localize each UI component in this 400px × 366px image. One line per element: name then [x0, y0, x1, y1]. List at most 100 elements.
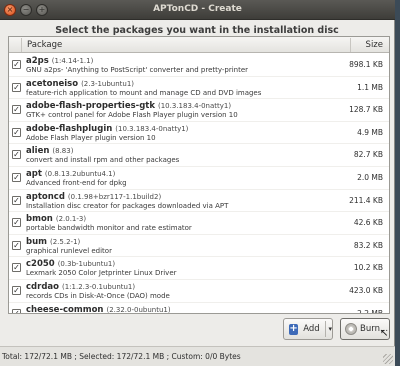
button-separator — [324, 321, 326, 337]
package-size: 82.7 KB — [353, 150, 383, 160]
package-row[interactable]: ✓ apt (0.8.13.2ubuntu4.1) Advanced front-en… — [9, 167, 389, 190]
package-description: Installation disc creator for packages d… — [26, 201, 229, 210]
package-row[interactable]: ✓ bum (2.5.2-1) graphical runlevel editor 83… — [9, 235, 389, 258]
package-row[interactable]: ✓ adobe-flash-properties-gtk (10.3.183.4-0… — [9, 99, 389, 122]
package-size: 898.1 KB — [349, 60, 383, 69]
package-name: adobe-flashplugin — [26, 123, 113, 134]
package-name-line: adobe-flash-properties-gtk (10.3.183.4-0n… — [26, 101, 231, 111]
mouse-cursor-icon: ↖ — [380, 328, 389, 339]
package-size: 423.0 KB — [349, 285, 383, 295]
package-name: cdrdao — [26, 281, 59, 292]
package-name: bum — [26, 236, 47, 247]
package-size: 128.7 KB — [349, 105, 383, 115]
package-row[interactable]: ✓ bmon (2.0.1-3) portable bandwidth monitor… — [9, 212, 389, 235]
package-size: 42.6 KB — [353, 218, 383, 228]
package-description: Advanced front-end for dpkg — [26, 178, 127, 187]
package-row[interactable]: ✓ alien (8.83) convert and install rpm and … — [9, 144, 389, 167]
package-version: (0.3b-1ubuntu1) — [57, 260, 116, 269]
package-version: (1:1.2.3-0.1ubuntu1) — [61, 282, 136, 291]
package-version: (8.83) — [52, 147, 74, 156]
package-version: (2.5.2-1) — [50, 237, 81, 246]
package-size: 2.0 MB — [357, 172, 383, 182]
package-name-line: alien (8.83) — [26, 146, 73, 156]
package-row[interactable]: ✓ c2050 (0.3b-1ubuntu1) Lexmark 2050 Color … — [9, 257, 389, 280]
package-row[interactable]: ✓ cdrdao (1:1.2.3-0.1ubuntu1) records CDs i… — [9, 280, 389, 303]
package-name-line: c2050 (0.3b-1ubuntu1) — [26, 259, 115, 269]
package-name: acetoneiso — [26, 78, 79, 89]
window-title: APTonCD - Create — [153, 4, 242, 14]
aptoncd-create-window: × − + APTonCD - Create Select the packag… — [0, 0, 395, 366]
package-name: apt — [26, 168, 42, 179]
package-name: cheese-common — [26, 304, 104, 314]
package-description: GNU a2ps- 'Anything to PostScript' conve… — [26, 66, 249, 74]
package-description: Adobe Flash Player plugin version 10 — [26, 133, 156, 142]
status-text: Total: 172/72.1 MB ; Selected: 172/72.1 … — [2, 352, 241, 361]
dropdown-arrow-icon[interactable]: ▾ — [328, 325, 332, 333]
package-version: (0.8.13.2ubuntu4.1) — [44, 169, 116, 178]
package-checkbox[interactable]: ✓ — [12, 105, 21, 115]
package-size: 211.4 KB — [349, 195, 383, 205]
package-name: c2050 — [26, 259, 55, 270]
column-header-package[interactable]: Package — [27, 40, 62, 50]
package-name: bmon — [26, 214, 53, 225]
package-list[interactable]: Package Size ✓ a2ps (1:4.14-1.1) GNU a2ps- … — [8, 36, 390, 314]
package-name-line: a2ps (1:4.14-1.1) — [26, 56, 93, 66]
add-button-label: Add — [303, 324, 320, 334]
package-name: alien — [26, 146, 50, 157]
package-checkbox[interactable]: ✓ — [12, 172, 21, 182]
package-size: 1.1 MB — [357, 82, 383, 92]
column-header-size[interactable]: Size — [366, 40, 383, 50]
package-checkbox[interactable]: ✓ — [12, 240, 21, 250]
package-name-line: adobe-flashplugin (10.3.183.4-0natty1) — [26, 124, 188, 134]
package-version: (2.3-1ubuntu1) — [81, 79, 135, 88]
package-description: feature-rich application to mount and ma… — [26, 88, 262, 97]
package-checkbox[interactable]: ✓ — [12, 82, 21, 92]
package-name-line: cdrdao (1:1.2.3-0.1ubuntu1) — [26, 282, 135, 292]
package-checkbox[interactable]: ✓ — [12, 127, 21, 137]
package-name-line: apt (0.8.13.2ubuntu4.1) — [26, 169, 115, 179]
package-description: Lexmark 2050 Color Jetprinter Linux Driv… — [26, 269, 177, 278]
package-version: (2.32.0-0ubuntu1) — [106, 305, 171, 314]
status-bar: Total: 172/72.1 MB ; Selected: 172/72.1 … — [0, 346, 395, 366]
add-icon: + — [289, 323, 299, 335]
package-checkbox[interactable]: ✓ — [12, 218, 21, 228]
package-name-line: bum (2.5.2-1) — [26, 237, 80, 247]
header-divider — [21, 38, 22, 52]
disc-icon — [345, 323, 357, 335]
package-name-line: aptoncd (0.1.98+bzr117-1.1build2) — [26, 192, 161, 202]
package-row[interactable]: ✓ acetoneiso (2.3-1ubuntu1) feature-rich ap… — [9, 77, 389, 100]
package-name-line: bmon (2.0.1-3) — [26, 214, 86, 224]
package-version: (0.1.98+bzr117-1.1build2) — [67, 192, 162, 201]
package-description: records CDs in Disk-At-Once (DAO) mode — [26, 291, 170, 300]
header-divider — [350, 38, 351, 52]
resize-grip-icon[interactable] — [383, 354, 393, 364]
package-row[interactable]: ✓cheese-common(2.32.0-0ubuntu1)Common fi… — [9, 303, 389, 314]
package-checkbox[interactable]: ✓ — [12, 285, 21, 295]
package-name: aptoncd — [26, 191, 65, 202]
package-description: portable bandwidth monitor and rate esti… — [26, 224, 192, 233]
title-bar[interactable]: × − + APTonCD - Create — [0, 0, 395, 20]
desktop-background — [395, 0, 400, 366]
package-name: a2ps — [26, 56, 49, 66]
package-name-line: cheese-common (2.32.0-0ubuntu1) — [26, 304, 171, 314]
add-button[interactable]: + Add ▾ — [283, 318, 333, 340]
package-version: (10.3.183.4-0natty1) — [158, 102, 232, 111]
package-row[interactable]: ✓ adobe-flashplugin (10.3.183.4-0natty1) Ad… — [9, 122, 389, 145]
package-row[interactable]: ✓ aptoncd (0.1.98+bzr117-1.1build2) Install… — [9, 190, 389, 213]
package-checkbox[interactable]: ✓ — [12, 263, 21, 273]
package-version: (2.0.1-3) — [55, 215, 87, 224]
package-checkbox[interactable]: ✓ — [12, 195, 21, 205]
package-description: graphical runlevel editor — [26, 246, 112, 255]
package-checkbox[interactable]: ✓ — [12, 308, 21, 313]
package-version: (10.3.183.4-0natty1) — [115, 124, 189, 133]
instruction-heading: Select the packages you want in the inst… — [55, 25, 339, 36]
package-name-line: acetoneiso (2.3-1ubuntu1) — [26, 79, 134, 89]
package-size: 10.2 KB — [353, 263, 383, 273]
package-checkbox[interactable]: ✓ — [12, 150, 21, 160]
package-rows: ✓ a2ps (1:4.14-1.1) GNU a2ps- 'Anything to … — [9, 54, 389, 314]
package-description: GTK+ control panel for Adobe Flash Playe… — [26, 111, 238, 120]
package-row[interactable]: ✓ a2ps (1:4.14-1.1) GNU a2ps- 'Anything to … — [9, 54, 389, 77]
package-checkbox[interactable]: ✓ — [12, 60, 21, 69]
package-size: 83.2 KB — [353, 240, 383, 250]
package-size: 2.2 MB — [357, 308, 383, 314]
